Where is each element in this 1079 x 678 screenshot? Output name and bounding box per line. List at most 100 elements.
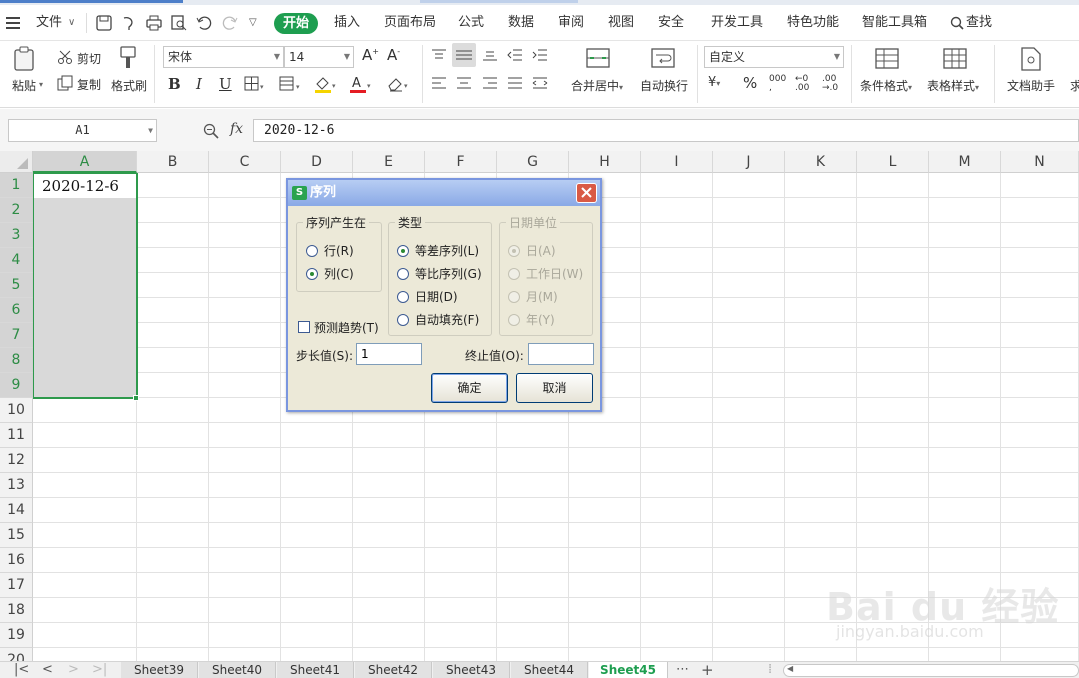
increase-decimal-icon[interactable]: ←0.00 xyxy=(795,75,809,93)
undo-history-icon[interactable] xyxy=(121,5,137,41)
scroll-left-icon[interactable]: ◀ xyxy=(787,664,793,673)
sheet-tab[interactable]: Sheet39 xyxy=(121,662,198,678)
sheet-tab[interactable]: Sheet42 xyxy=(355,662,432,678)
currency-icon[interactable]: ¥▾ xyxy=(708,75,720,90)
row-header-19[interactable]: 19 xyxy=(0,623,33,648)
column-header-d[interactable]: D xyxy=(281,151,353,173)
indent-decrease-icon[interactable] xyxy=(507,48,523,65)
save-icon[interactable] xyxy=(96,5,112,41)
align-right-icon[interactable] xyxy=(482,76,498,93)
fill-handle[interactable] xyxy=(133,395,139,401)
column-header-m[interactable]: M xyxy=(929,151,1001,173)
tab-security[interactable]: 安全 xyxy=(658,5,684,41)
row-header-2[interactable]: 2 xyxy=(0,198,33,223)
print-preview-icon[interactable] xyxy=(171,5,187,41)
column-header-n[interactable]: N xyxy=(1001,151,1079,173)
insert-function-button[interactable]: fx xyxy=(230,121,243,137)
fill-color-icon[interactable]: ▾ xyxy=(314,75,338,96)
format-painter-button[interactable]: 格式刷 xyxy=(111,77,147,94)
number-format-select[interactable]: 自定义 ▼ xyxy=(704,46,844,68)
align-top-icon[interactable] xyxy=(431,48,447,65)
sheet-tab[interactable]: Sheet41 xyxy=(277,662,354,678)
justify-icon[interactable] xyxy=(507,76,523,93)
align-center-icon[interactable] xyxy=(456,76,472,93)
zoom-icon[interactable] xyxy=(203,123,219,142)
row-header-13[interactable]: 13 xyxy=(0,473,33,498)
overflow-button[interactable]: 求 xyxy=(1070,77,1079,94)
thousands-separator-button[interactable]: 000, xyxy=(769,75,786,93)
font-color-icon[interactable]: A ▾ xyxy=(349,75,373,96)
ok-button[interactable]: 确定 xyxy=(431,373,508,403)
row-header-5[interactable]: 5 xyxy=(0,273,33,298)
merge-center-button[interactable]: 合并居中▾ xyxy=(571,77,623,94)
column-header-e[interactable]: E xyxy=(353,151,425,173)
sheet-tab-active[interactable]: Sheet45 xyxy=(589,662,668,678)
row-header-16[interactable]: 16 xyxy=(0,548,33,573)
first-sheet-icon[interactable]: |< xyxy=(14,662,29,678)
decrease-font-icon[interactable]: A- xyxy=(387,46,400,64)
column-header-j[interactable]: J xyxy=(713,151,785,173)
decrease-decimal-icon[interactable]: .00 →.0 xyxy=(822,75,838,93)
cut-button[interactable]: 剪切 xyxy=(77,50,101,67)
tab-formulas[interactable]: 公式 xyxy=(458,5,484,41)
font-name-select[interactable]: 宋体 ▼ xyxy=(163,46,284,68)
column-header-c[interactable]: C xyxy=(209,151,281,173)
align-bottom-icon[interactable] xyxy=(482,48,498,65)
row-header-3[interactable]: 3 xyxy=(0,223,33,248)
tab-data[interactable]: 数据 xyxy=(508,5,534,41)
copy-icon[interactable] xyxy=(57,75,73,94)
table-style-icon[interactable] xyxy=(943,46,969,75)
row-header-11[interactable]: 11 xyxy=(0,423,33,448)
prev-sheet-icon[interactable]: < xyxy=(42,662,53,678)
clear-icon[interactable]: ▾ xyxy=(386,75,412,96)
bold-button[interactable]: B xyxy=(168,75,181,93)
undo-icon[interactable] xyxy=(196,5,212,41)
row-header-9[interactable]: 9 xyxy=(0,373,33,398)
wrap-text-button[interactable]: 自动换行 xyxy=(640,77,688,94)
name-box[interactable]: A1 ▼ xyxy=(8,119,157,142)
column-header-i[interactable]: I xyxy=(641,151,713,173)
align-left-icon[interactable] xyxy=(431,76,447,93)
row-header-4[interactable]: 4 xyxy=(0,248,33,273)
row-header-10[interactable]: 10 xyxy=(0,398,33,423)
last-sheet-icon[interactable]: >| xyxy=(92,662,107,678)
row-header-20[interactable]: 20 xyxy=(0,648,33,661)
tab-page-layout[interactable]: 页面布局 xyxy=(384,5,436,41)
format-painter-icon[interactable] xyxy=(118,46,140,73)
formula-input[interactable]: 2020-12-6 xyxy=(253,119,1079,142)
row-header-12[interactable]: 12 xyxy=(0,448,33,473)
sheet-tab[interactable]: Sheet44 xyxy=(511,662,588,678)
tab-start[interactable]: 开始 xyxy=(274,13,318,34)
row-header-7[interactable]: 7 xyxy=(0,323,33,348)
tab-view[interactable]: 视图 xyxy=(608,5,634,41)
italic-button[interactable]: I xyxy=(196,75,202,93)
dialog-title-bar[interactable]: S 序列 xyxy=(288,180,600,206)
table-style-button[interactable]: 表格样式▾ xyxy=(927,77,979,94)
row-header-18[interactable]: 18 xyxy=(0,598,33,623)
conditional-format-icon[interactable] xyxy=(875,46,901,75)
underline-button[interactable]: U xyxy=(219,75,232,93)
font-size-select[interactable]: 14 ▼ xyxy=(284,46,354,68)
tab-special-features[interactable]: 特色功能 xyxy=(787,5,839,41)
fill-pattern-icon[interactable]: ▾ xyxy=(279,76,303,95)
redo-icon[interactable] xyxy=(222,5,238,41)
tab-developer[interactable]: 开发工具 xyxy=(711,5,763,41)
select-all-corner[interactable] xyxy=(0,151,33,173)
add-sheet-button[interactable]: + xyxy=(701,662,714,678)
row-header-8[interactable]: 8 xyxy=(0,348,33,373)
document-helper-icon[interactable] xyxy=(1019,46,1043,75)
stop-value-input[interactable] xyxy=(528,343,594,365)
sheet-tab[interactable]: Sheet40 xyxy=(199,662,276,678)
horizontal-scrollbar[interactable]: ◀ xyxy=(783,664,1079,677)
row-header-17[interactable]: 17 xyxy=(0,573,33,598)
column-header-k[interactable]: K xyxy=(785,151,857,173)
distributed-icon[interactable] xyxy=(532,76,548,93)
paste-dropdown-icon[interactable]: ▾ xyxy=(39,80,43,89)
column-header-h[interactable]: H xyxy=(569,151,641,173)
increase-font-icon[interactable]: A+ xyxy=(362,46,379,64)
cancel-button[interactable]: 取消 xyxy=(516,373,593,403)
align-middle-icon[interactable] xyxy=(452,43,476,67)
column-header-f[interactable]: F xyxy=(425,151,497,173)
tab-insert[interactable]: 插入 xyxy=(334,5,360,41)
indent-increase-icon[interactable] xyxy=(532,48,548,65)
